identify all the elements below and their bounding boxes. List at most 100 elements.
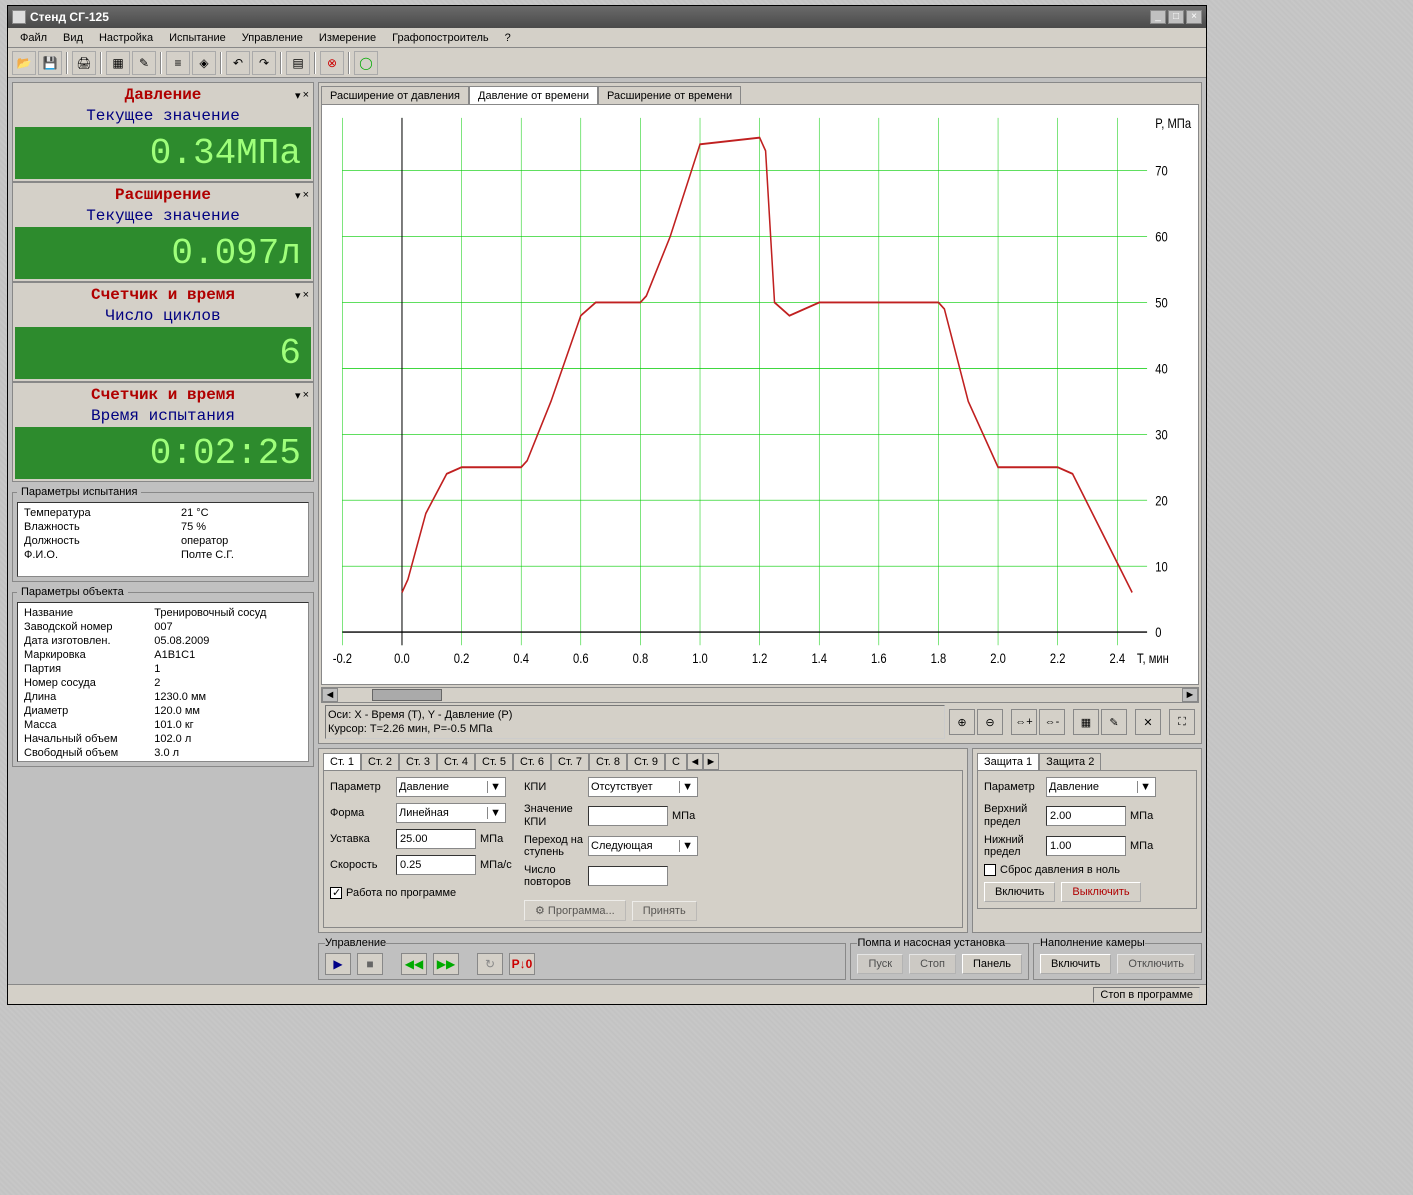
menu-control[interactable]: Управление — [236, 30, 309, 46]
prot-tab-1[interactable]: Защита 1 — [977, 753, 1039, 770]
gauge-menu-icon[interactable]: ▾ — [295, 389, 301, 402]
gauge-close-icon[interactable]: × — [303, 389, 309, 402]
scroll-thumb[interactable] — [372, 689, 442, 701]
table-row[interactable]: Начальный объем102.0 л — [22, 733, 304, 745]
prot-off-button[interactable]: Выключить — [1061, 882, 1140, 902]
chart-hscroll[interactable]: ◄ ► — [321, 687, 1199, 703]
stop-icon[interactable]: ■ — [357, 953, 383, 975]
fill-off-button[interactable]: Отключить — [1117, 954, 1195, 974]
zoom-x-out-icon[interactable]: ⇔- — [1039, 709, 1065, 735]
table-row[interactable]: НазваниеТренировочный сосуд — [22, 607, 304, 619]
chart-tab-2[interactable]: Расширение от времени — [598, 86, 741, 105]
tool-icon-7[interactable]: ◯ — [354, 51, 378, 75]
table-row[interactable]: Заводской номер007 — [22, 621, 304, 633]
maximize-button[interactable]: □ — [1168, 10, 1184, 24]
prot-tab-2[interactable]: Защита 2 — [1039, 753, 1101, 770]
prot-on-button[interactable]: Включить — [984, 882, 1055, 902]
table-row[interactable]: Дата изготовлен.05.08.2009 — [22, 635, 304, 647]
step-tab-8[interactable]: Ст. 9 — [627, 753, 665, 770]
save-icon[interactable]: 💾 — [38, 51, 62, 75]
zoom-in-icon[interactable]: ⊕ — [949, 709, 975, 735]
refresh-icon[interactable]: ↻ — [477, 953, 503, 975]
tool-icon-1[interactable]: ▦ — [106, 51, 130, 75]
step-set-input[interactable] — [396, 829, 476, 849]
fill-on-button[interactable]: Включить — [1040, 954, 1111, 974]
tool-icon-3[interactable]: ≡ — [166, 51, 190, 75]
prot-upper-input[interactable] — [1046, 806, 1126, 826]
step-tab-9[interactable]: С — [665, 753, 687, 770]
chart-tab-1[interactable]: Давление от времени — [469, 86, 598, 105]
titlebar[interactable]: Стенд СГ-125 _ □ × — [8, 6, 1206, 28]
go-step-select[interactable]: Следующая▼ — [588, 836, 698, 856]
table-row[interactable]: Должностьоператор — [22, 535, 304, 547]
pump-stop-button[interactable]: Стоп — [909, 954, 956, 974]
work-by-program-checkbox[interactable]: ✓ — [330, 887, 342, 899]
step-tab-3[interactable]: Ст. 4 — [437, 753, 475, 770]
gauge-close-icon[interactable]: × — [303, 189, 309, 202]
table-row[interactable]: Ф.И.О.Полте С.Г. — [22, 549, 304, 561]
zoom-out-icon[interactable]: ⊖ — [977, 709, 1003, 735]
minimize-button[interactable]: _ — [1150, 10, 1166, 24]
pump-panel-button[interactable]: Панель — [962, 954, 1022, 974]
gauge-close-icon[interactable]: × — [303, 89, 309, 102]
accept-button[interactable]: Принять — [632, 901, 697, 921]
program-button[interactable]: ⚙ Программа... — [524, 900, 626, 921]
rewind-icon[interactable]: ◀◀ — [401, 953, 427, 975]
chart-canvas[interactable]: -0.20.00.20.40.60.81.01.21.41.61.82.02.2… — [321, 104, 1199, 685]
tool-icon-5[interactable]: ▤ — [286, 51, 310, 75]
step-tab-6[interactable]: Ст. 7 — [551, 753, 589, 770]
kpi-value-input[interactable] — [588, 806, 668, 826]
menu-file[interactable]: Файл — [14, 30, 53, 46]
zoom-x-in-icon[interactable]: ⇔+ — [1011, 709, 1037, 735]
step-form-select[interactable]: Линейная▼ — [396, 803, 506, 823]
menu-view[interactable]: Вид — [57, 30, 89, 46]
zoom-tool-icon[interactable]: ▦ — [1073, 709, 1099, 735]
gauge-menu-icon[interactable]: ▾ — [295, 189, 301, 202]
reset-pressure-checkbox[interactable] — [984, 864, 996, 876]
zoom-edit-icon[interactable]: ✎ — [1101, 709, 1127, 735]
menu-test[interactable]: Испытание — [163, 30, 232, 46]
zoom-fit-icon[interactable]: ⛶ — [1169, 709, 1195, 735]
chart-tab-0[interactable]: Расширение от давления — [321, 86, 469, 105]
open-icon[interactable]: 📂 — [12, 51, 36, 75]
undo-icon[interactable]: ↶ — [226, 51, 250, 75]
menu-measure[interactable]: Измерение — [313, 30, 382, 46]
close-button[interactable]: × — [1186, 10, 1202, 24]
step-tab-7[interactable]: Ст. 8 — [589, 753, 627, 770]
table-row[interactable]: Температура21 °С — [22, 507, 304, 519]
p0-icon[interactable]: P↓0 — [509, 953, 535, 975]
menu-help[interactable]: ? — [499, 30, 517, 46]
table-row[interactable]: Номер сосуда2 — [22, 677, 304, 689]
obj-params-list[interactable]: НазваниеТренировочный сосуд Заводской ном… — [17, 602, 309, 762]
step-param-select[interactable]: Давление▼ — [396, 777, 506, 797]
scroll-left-icon[interactable]: ◄ — [322, 688, 338, 702]
step-tab-prev-icon[interactable]: ◄ — [687, 753, 703, 770]
prot-param-select[interactable]: Давление▼ — [1046, 777, 1156, 797]
table-row[interactable]: МаркировкаА1В1С1 — [22, 649, 304, 661]
play-icon[interactable]: ▶ — [325, 953, 351, 975]
table-row[interactable]: Партия1 — [22, 663, 304, 675]
gauge-menu-icon[interactable]: ▾ — [295, 89, 301, 102]
kpi-select[interactable]: Отсутствует▼ — [588, 777, 698, 797]
table-row[interactable]: Свободный объем3.0 л — [22, 747, 304, 759]
menu-settings[interactable]: Настройка — [93, 30, 159, 46]
step-speed-input[interactable] — [396, 855, 476, 875]
redo-icon[interactable]: ↷ — [252, 51, 276, 75]
step-tab-2[interactable]: Ст. 3 — [399, 753, 437, 770]
prot-lower-input[interactable] — [1046, 836, 1126, 856]
pump-start-button[interactable]: Пуск — [857, 954, 903, 974]
scroll-right-icon[interactable]: ► — [1182, 688, 1198, 702]
table-row[interactable]: Масса101.0 кг — [22, 719, 304, 731]
zoom-reset-icon[interactable]: ✕ — [1135, 709, 1161, 735]
step-tab-next-icon[interactable]: ► — [703, 753, 719, 770]
step-tab-4[interactable]: Ст. 5 — [475, 753, 513, 770]
table-row[interactable]: Длина1230.0 мм — [22, 691, 304, 703]
table-row[interactable]: Влажность75 % — [22, 521, 304, 533]
tool-icon-4[interactable]: ◈ — [192, 51, 216, 75]
menu-graph[interactable]: Графопостроитель — [386, 30, 495, 46]
gauge-close-icon[interactable]: × — [303, 289, 309, 302]
tool-icon-2[interactable]: ✎ — [132, 51, 156, 75]
print-icon[interactable]: 🖨 — [72, 51, 96, 75]
test-params-list[interactable]: Температура21 °С Влажность75 % Должностьоп… — [17, 502, 309, 577]
step-tab-5[interactable]: Ст. 6 — [513, 753, 551, 770]
